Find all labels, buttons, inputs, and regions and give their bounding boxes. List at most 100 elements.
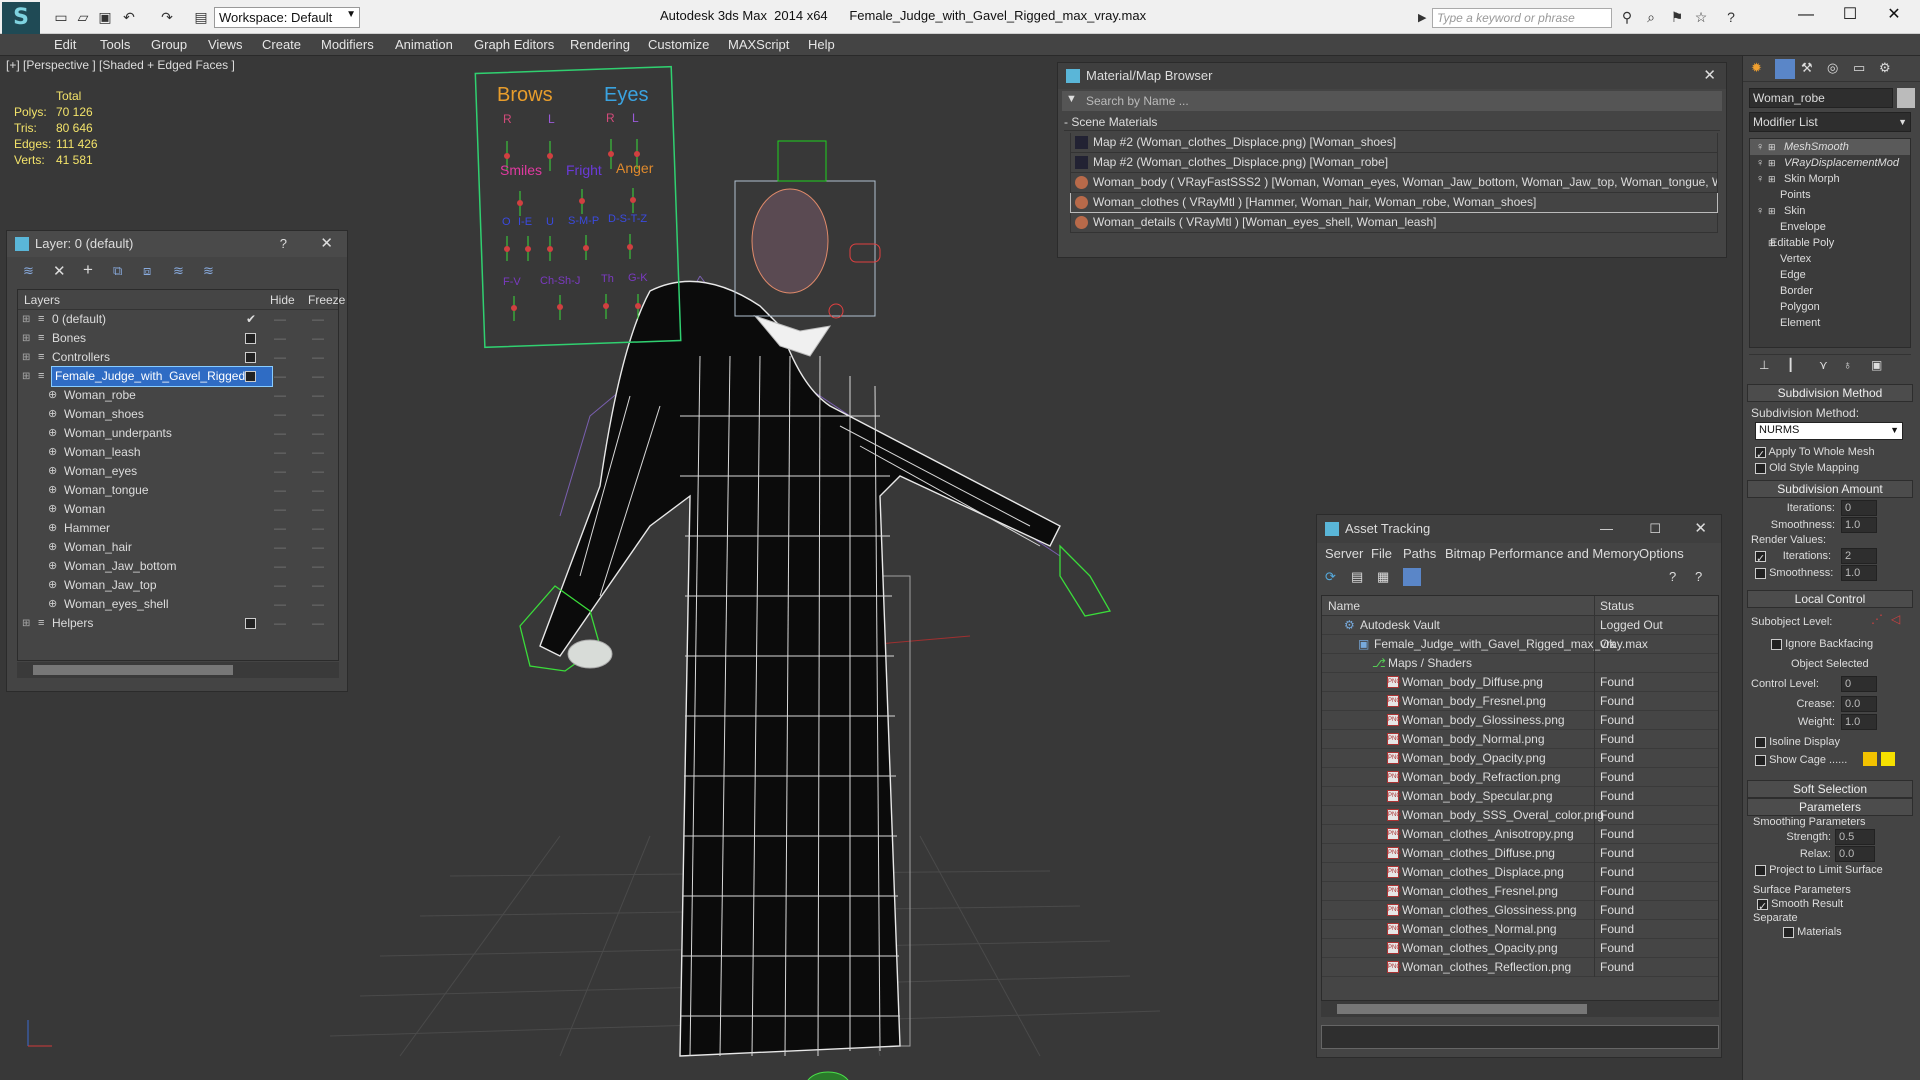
expand-search-icon[interactable]: ▶ xyxy=(1418,8,1430,28)
asset-row[interactable]: PNG Woman_clothes_Reflection.png Found xyxy=(1322,958,1718,977)
freeze-toggle[interactable]: — xyxy=(312,500,324,519)
material-row[interactable]: Woman_clothes ( VRayMtl ) [Hammer, Woman… xyxy=(1070,193,1718,213)
hide-toggle[interactable]: — xyxy=(274,481,286,500)
freeze-toggle[interactable]: — xyxy=(312,519,324,538)
hierarchy-tab-icon[interactable]: ⚒ xyxy=(1801,60,1813,76)
materials-row[interactable]: Materials xyxy=(1783,926,1842,938)
rollout-subdivision-method[interactable]: Subdivision Method xyxy=(1747,384,1913,402)
object-name-field[interactable]: Woman_robe xyxy=(1749,88,1893,108)
modifier-stack-item[interactable]: Border xyxy=(1750,283,1910,299)
freeze-toggle[interactable]: — xyxy=(312,481,324,500)
show-end-result-icon[interactable]: ┃ xyxy=(1787,358,1794,372)
checkbox-checked[interactable]: ✓ xyxy=(1755,550,1766,565)
layer-row[interactable]: ⊕ Woman_underpants — — xyxy=(18,424,338,443)
expand-icon[interactable]: ⊞ xyxy=(1768,203,1776,219)
project-folder-icon[interactable]: ▤ xyxy=(192,8,210,26)
menu-rendering[interactable]: Rendering xyxy=(570,37,630,52)
layer-row[interactable]: ⊕ Woman_tongue — — xyxy=(18,481,338,500)
modifier-stack-item[interactable]: ♀ ⊞ Skin xyxy=(1750,203,1910,219)
layer-row[interactable]: ⊞ ≡ 0 (default) ✔ — — xyxy=(18,310,338,329)
display-tab-icon[interactable]: ▭ xyxy=(1853,60,1865,76)
search-icon[interactable]: ⌕ xyxy=(1642,8,1660,26)
crease-spinner[interactable]: 0.0 xyxy=(1841,696,1877,712)
col-hide[interactable]: Hide xyxy=(270,290,295,310)
rollout-parameters[interactable]: Parameters xyxy=(1747,798,1913,816)
close-icon[interactable]: ✕ xyxy=(1703,63,1716,89)
freeze-toggle[interactable]: — xyxy=(312,348,324,367)
asset-menu-options[interactable]: Options xyxy=(1639,543,1684,565)
help-icon[interactable]: ? xyxy=(280,231,287,257)
layer-row[interactable]: ⊕ Woman_hair — — xyxy=(18,538,338,557)
layer-create-icon[interactable]: ≋ xyxy=(23,263,34,279)
layer-row[interactable]: ⊕ Woman_leash — — xyxy=(18,443,338,462)
asset-menu-bitmap[interactable]: Bitmap Performance and Memory xyxy=(1445,543,1639,565)
close-icon[interactable]: ✕ xyxy=(1874,4,1914,26)
viewport-label[interactable]: [+] [Perspective ] [Shaded + Edged Faces… xyxy=(6,58,235,72)
hide-toggle[interactable]: — xyxy=(274,557,286,576)
hide-toggle[interactable]: — xyxy=(274,500,286,519)
hide-toggle[interactable]: — xyxy=(274,576,286,595)
menu-views[interactable]: Views xyxy=(208,37,242,52)
scroll-thumb[interactable] xyxy=(33,665,233,675)
maximize-icon[interactable]: ☐ xyxy=(1830,4,1870,26)
hide-toggle[interactable]: — xyxy=(274,329,286,348)
undo-icon[interactable]: ↶ xyxy=(120,8,138,26)
menu-animation[interactable]: Animation xyxy=(395,37,453,52)
motion-tab-icon[interactable]: ◎ xyxy=(1827,60,1838,76)
freeze-toggle[interactable]: — xyxy=(312,386,324,405)
create-tab-icon[interactable]: ✹ xyxy=(1751,60,1762,76)
rollout-subdivision-amount[interactable]: Subdivision Amount xyxy=(1747,480,1913,498)
lightbulb-icon[interactable]: ♀ xyxy=(1756,203,1764,219)
asset-row[interactable]: ▣ Female_Judge_with_Gavel_Rigged_max_vray… xyxy=(1322,635,1718,654)
strength-spinner[interactable]: 0.5 xyxy=(1835,829,1875,845)
hide-toggle[interactable]: — xyxy=(274,462,286,481)
menu-customize[interactable]: Customize xyxy=(648,37,709,52)
col-freeze[interactable]: Freeze xyxy=(308,290,345,310)
current-layer-check-icon[interactable]: ✔ xyxy=(246,310,256,329)
minimize-icon[interactable]: — xyxy=(1600,515,1613,543)
freeze-toggle[interactable]: — xyxy=(312,329,324,348)
list-view-icon[interactable]: ▤ xyxy=(1351,569,1363,585)
asset-path-field[interactable] xyxy=(1321,1025,1719,1049)
menu-group[interactable]: Group xyxy=(151,37,187,52)
layer-row[interactable]: ⊕ Woman_shoes — — xyxy=(18,405,338,424)
configure-sets-icon[interactable]: ▣ xyxy=(1871,358,1882,372)
hide-toggle[interactable]: — xyxy=(274,367,286,386)
freeze-toggle[interactable]: — xyxy=(312,367,324,386)
layer-visibility-checkbox[interactable] xyxy=(245,352,256,363)
show-cage-row[interactable]: Show Cage ...... xyxy=(1755,754,1847,766)
checkbox[interactable] xyxy=(1755,864,1766,876)
material-search[interactable]: ▼ Search by Name ... xyxy=(1062,91,1722,111)
community-icon[interactable]: ⚑ xyxy=(1668,8,1686,26)
freeze-toggle[interactable]: — xyxy=(312,443,324,462)
weight-spinner[interactable]: 1.0 xyxy=(1841,714,1877,730)
asset-row[interactable]: PNG Woman_body_Fresnel.png Found xyxy=(1322,692,1718,711)
freeze-toggle[interactable]: — xyxy=(312,310,324,329)
modifier-stack-item[interactable]: Envelope xyxy=(1750,219,1910,235)
old-style-row[interactable]: Old Style Mapping xyxy=(1755,462,1859,474)
iterations-spinner[interactable]: 0 xyxy=(1841,500,1877,516)
subdivision-method-dropdown[interactable]: NURMS ▼ xyxy=(1755,422,1903,440)
layer-row[interactable]: ⊕ Woman_Jaw_bottom — — xyxy=(18,557,338,576)
asset-row[interactable]: PNG Woman_body_Diffuse.png Found xyxy=(1322,673,1718,692)
render-smoothness-spinner[interactable]: 1.0 xyxy=(1841,565,1877,581)
save-icon[interactable]: ▣ xyxy=(96,8,114,26)
asset-row[interactable]: PNG Woman_body_SSS_Overal_color.png Found xyxy=(1322,806,1718,825)
asset-row[interactable]: ⚙ Autodesk Vault Logged Out xyxy=(1322,616,1718,635)
lightbulb-icon[interactable]: ♀ xyxy=(1756,139,1764,155)
expand-icon[interactable]: ⊞ xyxy=(22,329,30,348)
freeze-toggle[interactable]: — xyxy=(312,405,324,424)
asset-row[interactable]: PNG Woman_body_Refraction.png Found xyxy=(1322,768,1718,787)
checkbox-checked[interactable]: ✓ xyxy=(1757,898,1768,913)
checkbox[interactable] xyxy=(1755,754,1766,766)
material-row[interactable]: Map #2 (Woman_clothes_Displace.png) [Wom… xyxy=(1070,133,1718,153)
modifier-stack-item[interactable]: Points xyxy=(1750,187,1910,203)
checkbox[interactable] xyxy=(1771,638,1782,650)
layer-row[interactable]: ⊕ Woman_eyes — — xyxy=(18,462,338,481)
project-limit-row[interactable]: Project to Limit Surface xyxy=(1755,864,1883,876)
layer-row[interactable]: ⊕ Woman_eyes_shell — — xyxy=(18,595,338,614)
menu-modifiers[interactable]: Modifiers xyxy=(321,37,374,52)
expand-icon[interactable]: ⊞ xyxy=(1768,171,1776,187)
rollout-soft-selection[interactable]: Soft Selection xyxy=(1747,780,1913,798)
asset-row[interactable]: PNG Woman_clothes_Displace.png Found xyxy=(1322,863,1718,882)
